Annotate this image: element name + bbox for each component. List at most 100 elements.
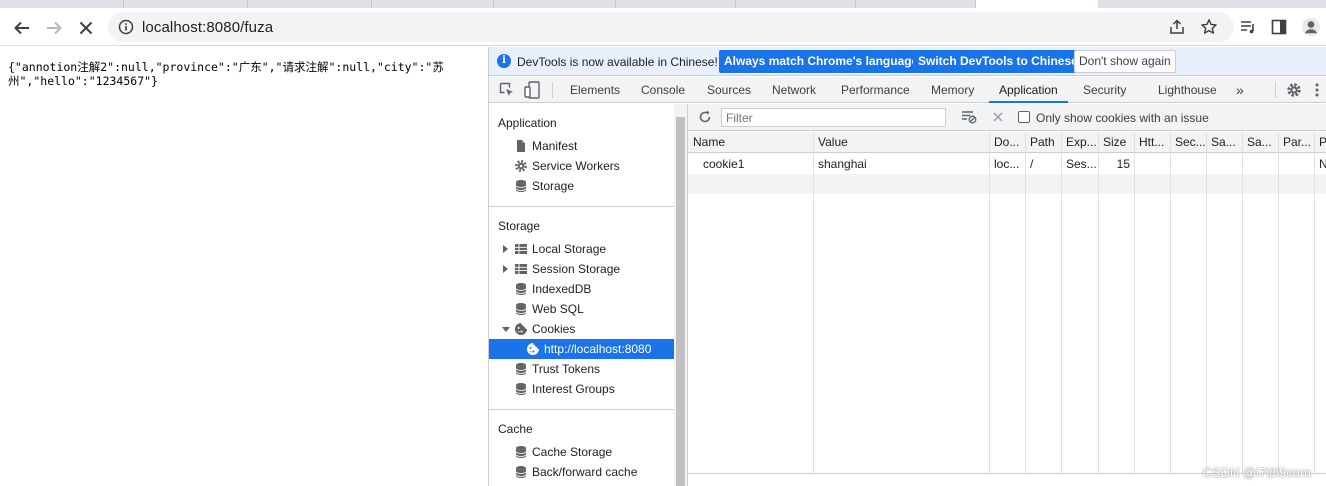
- column-divider: [1314, 132, 1315, 473]
- customize-menu-button[interactable]: [1314, 82, 1320, 101]
- tab-lighthouse[interactable]: Lighthouse: [1158, 77, 1217, 103]
- side-panel-button[interactable]: [1268, 16, 1290, 38]
- web-page: {"annotion注解2":null,"province":"广东","请求注…: [0, 47, 488, 486]
- tab-network[interactable]: Network: [772, 77, 816, 103]
- sidebar-item-cookies[interactable]: Cookies: [489, 319, 674, 339]
- settings-button[interactable]: [1286, 82, 1302, 101]
- browser-tab[interactable]: [856, 0, 976, 8]
- clear-filter-icon: [962, 111, 977, 124]
- star-icon: [1201, 19, 1217, 34]
- sidebar-item-web-sql[interactable]: Web SQL: [489, 299, 674, 319]
- refresh-icon: [699, 110, 711, 123]
- column-header-httponly[interactable]: Htt...: [1134, 132, 1170, 153]
- browser-tab[interactable]: [248, 0, 372, 8]
- cookie-icon: [515, 323, 527, 335]
- browser-tab[interactable]: [616, 0, 736, 8]
- sidebar-item-label: Back/forward cache: [532, 465, 638, 479]
- tab-console[interactable]: Console: [641, 77, 685, 103]
- tab-security[interactable]: Security: [1083, 77, 1126, 103]
- reading-list-button[interactable]: [1237, 16, 1259, 38]
- collapse-arrow-icon[interactable]: [502, 327, 510, 332]
- devtools-tab-bar: Elements Console Sources Network Perform…: [489, 77, 1326, 103]
- sidebar-item-cache-storage[interactable]: Cache Storage: [489, 442, 674, 462]
- tab-performance[interactable]: Performance: [841, 77, 910, 103]
- switch-language-button[interactable]: Switch DevTools to Chinese: [913, 50, 1083, 73]
- table-row[interactable]: cookie1 shanghai loc... / Ses... 15 N: [688, 154, 1326, 174]
- browser-tab[interactable]: [736, 0, 856, 8]
- sidebar-item-label: Trust Tokens: [532, 362, 601, 376]
- column-header-name[interactable]: Name: [688, 132, 813, 153]
- column-header-sameparty[interactable]: Sa...: [1242, 132, 1278, 153]
- sidebar-item-label: http://localhost:8080: [544, 342, 652, 356]
- sidebar-item-manifest[interactable]: Manifest: [489, 136, 674, 156]
- address-bar[interactable]: localhost:8080/fuza: [108, 12, 1234, 42]
- tab-strip: [0, 0, 1326, 8]
- sidebar-item-cookie-origin[interactable]: http://localhost:8080: [489, 339, 674, 359]
- application-sidebar: Application Manifest Service Workers Sto…: [489, 104, 674, 486]
- column-header-expires[interactable]: Exp...: [1061, 132, 1098, 153]
- sidebar-item-back-forward-cache[interactable]: Back/forward cache: [489, 462, 674, 482]
- sidebar-scrollbar[interactable]: [674, 104, 687, 486]
- forward-button[interactable]: [42, 16, 66, 40]
- sidebar-item-interest-groups[interactable]: Interest Groups: [489, 379, 674, 399]
- column-header-secure[interactable]: Sec...: [1170, 132, 1206, 153]
- tab-sources[interactable]: Sources: [707, 77, 751, 103]
- tab-application[interactable]: Application: [989, 77, 1068, 103]
- url-text[interactable]: localhost:8080/fuza: [142, 19, 273, 36]
- arrow-left-icon: [14, 21, 29, 35]
- browser-tab[interactable]: [0, 0, 124, 8]
- sidebar-item-indexeddb[interactable]: IndexedDB: [489, 279, 674, 299]
- match-language-button[interactable]: Always match Chrome's language: [719, 50, 924, 73]
- cookies-table: Name Value Do... Path Exp... Size Htt...…: [688, 132, 1326, 486]
- profile-button[interactable]: [1300, 16, 1322, 38]
- column-divider: [989, 132, 990, 473]
- browser-tab[interactable]: [372, 0, 494, 8]
- bookmark-button[interactable]: [1198, 16, 1220, 38]
- sidebar-heading-cache: Cache: [498, 422, 533, 436]
- back-button[interactable]: [10, 16, 34, 40]
- sidebar-item-session-storage[interactable]: Session Storage: [489, 259, 674, 279]
- expand-arrow-icon[interactable]: [503, 245, 508, 253]
- column-header-partition-key[interactable]: Par...: [1278, 132, 1314, 153]
- column-header-path[interactable]: Path: [1025, 132, 1061, 153]
- only-issues-checkbox[interactable]: [1018, 111, 1030, 123]
- device-toolbar-button[interactable]: [524, 81, 540, 102]
- column-header-priority[interactable]: P: [1314, 132, 1326, 153]
- sidebar-item-trust-tokens[interactable]: Trust Tokens: [489, 359, 674, 379]
- sidebar-item-label: Manifest: [532, 139, 578, 153]
- column-divider: [1098, 132, 1099, 473]
- gear-icon: [515, 160, 527, 172]
- sidebar-item-service-workers[interactable]: Service Workers: [489, 156, 674, 176]
- tab-elements[interactable]: Elements: [570, 77, 620, 103]
- device-icon: [524, 81, 540, 99]
- delete-selected-button[interactable]: [992, 111, 1004, 126]
- column-header-size[interactable]: Size: [1098, 132, 1134, 153]
- expand-arrow-icon[interactable]: [503, 265, 508, 273]
- column-header-samesite[interactable]: Sa...: [1206, 132, 1242, 153]
- active-browser-tab[interactable]: [976, 0, 1098, 8]
- more-tabs-button[interactable]: »: [1236, 77, 1244, 103]
- filter-input[interactable]: [721, 108, 946, 127]
- clear-filtered-button[interactable]: [961, 110, 977, 127]
- inspect-element-button[interactable]: [499, 82, 515, 101]
- devtools-panel: i DevTools is now available in Chinese! …: [488, 47, 1326, 486]
- column-divider: [1025, 132, 1026, 473]
- sidebar-item-label: Cookies: [532, 322, 576, 336]
- dont-show-again-button[interactable]: Don't show again: [1074, 50, 1176, 73]
- scrollbar-thumb[interactable]: [676, 117, 685, 486]
- sidebar-item-storage[interactable]: Storage: [489, 176, 674, 196]
- tab-memory[interactable]: Memory: [931, 77, 974, 103]
- sidebar-item-label: Service Workers: [532, 159, 620, 173]
- cell-expires: Ses...: [1066, 157, 1097, 171]
- stop-loading-button[interactable]: [74, 16, 98, 40]
- column-header-value[interactable]: Value: [813, 132, 989, 153]
- browser-tab[interactable]: [494, 0, 616, 8]
- column-header-domain[interactable]: Do...: [989, 132, 1025, 153]
- share-button[interactable]: [1166, 16, 1188, 38]
- refresh-button[interactable]: [698, 110, 712, 127]
- column-divider: [1242, 132, 1243, 473]
- divider: [489, 409, 674, 410]
- browser-tab[interactable]: [124, 0, 248, 8]
- info-icon: i: [497, 54, 511, 68]
- sidebar-item-local-storage[interactable]: Local Storage: [489, 239, 674, 259]
